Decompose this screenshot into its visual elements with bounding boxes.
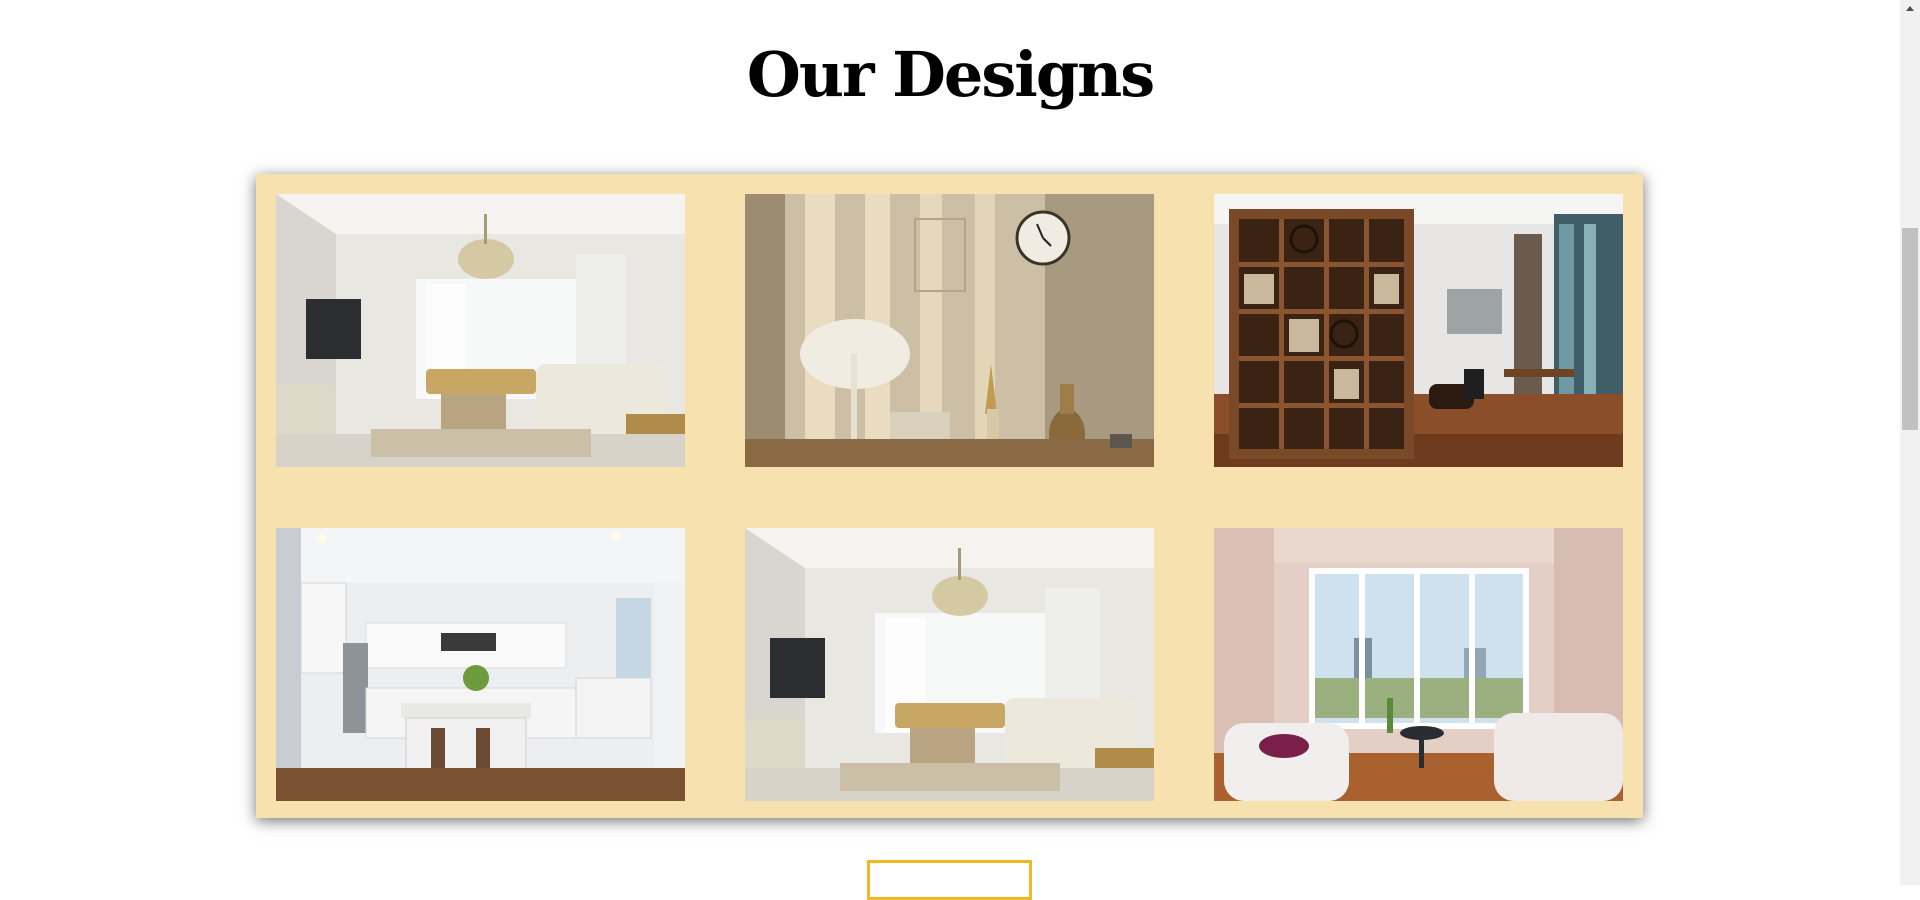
gallery-photo-white-kitchen[interactable] [276,528,685,801]
view-more-button[interactable] [867,860,1032,900]
scroll-up-arrow-icon[interactable] [1900,0,1920,17]
bookshelf-office-image [1214,194,1623,467]
vertical-scrollbar[interactable] [1900,0,1920,885]
gallery-photo-bay-window[interactable] [1214,528,1623,801]
page: Our Designs [0,0,1900,900]
lamp-still-life-image [745,194,1154,467]
living-room-image-2 [745,528,1154,801]
gallery-photo-living-room[interactable] [276,194,685,467]
white-kitchen-image [276,528,685,801]
gallery-photo-lamp-still-life[interactable] [745,194,1154,467]
section-title: Our Designs [746,38,1155,111]
scrollbar-thumb[interactable] [1902,228,1918,430]
gallery-photo-bookshelf-office[interactable] [1214,194,1623,467]
designs-gallery [256,174,1643,818]
gallery-photo-living-room-2[interactable] [745,528,1154,801]
living-room-image [276,194,685,467]
bay-window-lounge-image [1214,528,1623,801]
